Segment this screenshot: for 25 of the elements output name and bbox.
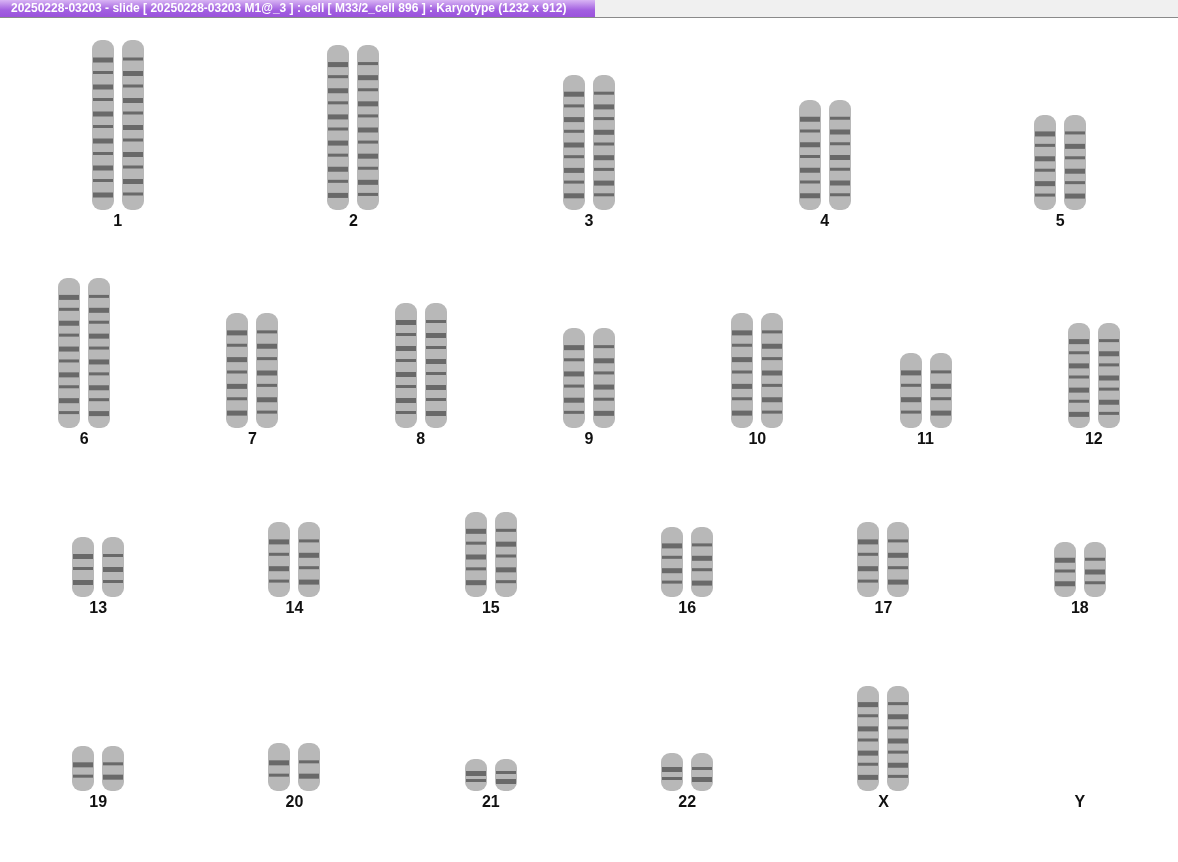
chromosome-label: 3 bbox=[584, 212, 594, 230]
chromosome-label: 6 bbox=[79, 430, 89, 448]
chromosome-label: Y bbox=[1074, 793, 1086, 811]
chromosome-label: 5 bbox=[1055, 212, 1065, 230]
chromosome-label: 18 bbox=[1070, 599, 1089, 617]
chromosome-label: 12 bbox=[1084, 430, 1103, 448]
chromosome-label: 4 bbox=[820, 212, 830, 230]
chromosome-label: 7 bbox=[247, 430, 257, 448]
chromosome-label: 9 bbox=[584, 430, 594, 448]
chromosome-label: 19 bbox=[89, 793, 108, 811]
chromosome-label: 22 bbox=[678, 793, 697, 811]
chromosome-label: 21 bbox=[481, 793, 500, 811]
chromosome-label: 11 bbox=[917, 430, 934, 448]
chromosome-label: 10 bbox=[748, 430, 767, 448]
chromosome-label: 17 bbox=[874, 599, 893, 617]
chromosome-label: 14 bbox=[285, 599, 304, 617]
chromosome-label: X bbox=[878, 793, 889, 811]
chromosome-label: 20 bbox=[285, 793, 304, 811]
chromosome-label: 13 bbox=[89, 599, 108, 617]
window-title: 20250228-03203 - slide [ 20250228-03203 M1@_3 ] : cell [ M33/2_cell 896 ] : Karyotype (1232 x 912) bbox=[0, 0, 595, 17]
chromosome-label: 8 bbox=[416, 430, 426, 448]
chromosome-label: 1 bbox=[113, 212, 123, 230]
chromosome-label: 16 bbox=[678, 599, 697, 617]
chromosome-label: 15 bbox=[481, 599, 500, 617]
chromosome-label: 2 bbox=[348, 212, 358, 230]
